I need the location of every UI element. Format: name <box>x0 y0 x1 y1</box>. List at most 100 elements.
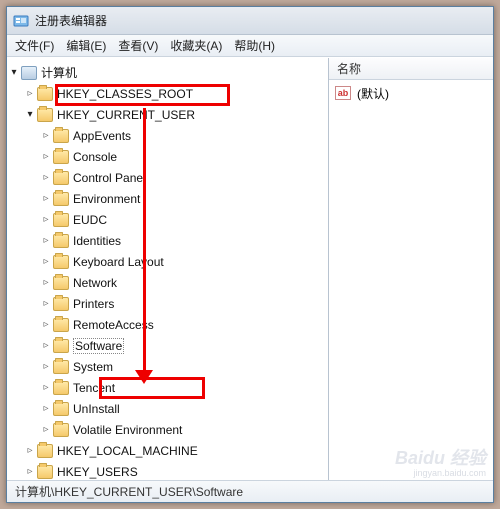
menu-view[interactable]: 查看(V) <box>118 37 158 54</box>
menu-favorites[interactable]: 收藏夹(A) <box>170 37 222 54</box>
tree-label: Network <box>73 276 117 290</box>
expander-icon[interactable]: ▹ <box>39 172 53 183</box>
computer-icon <box>21 66 37 80</box>
tree-hive[interactable]: ▹ HKEY_CLASSES_ROOT <box>7 83 328 104</box>
tree-item[interactable]: ▹ Keyboard Layout <box>7 251 328 272</box>
expander-icon[interactable]: ▹ <box>39 424 53 435</box>
tree-item[interactable]: ▹ Network <box>7 272 328 293</box>
status-path: 计算机\HKEY_CURRENT_USER\Software <box>15 483 243 500</box>
regedit-window: 注册表编辑器 文件(F) 编辑(E) 查看(V) 收藏夹(A) 帮助(H) ▾ … <box>6 6 494 503</box>
tree-item[interactable]: ▹ Tencent <box>7 377 328 398</box>
expander-icon[interactable]: ▹ <box>23 445 37 456</box>
folder-icon <box>53 360 69 374</box>
app-icon <box>13 13 29 29</box>
tree-item[interactable]: ▹ Printers <box>7 293 328 314</box>
value-name: (默认) <box>357 85 389 102</box>
string-value-icon: ab <box>335 86 351 100</box>
expander-icon[interactable]: ▾ <box>23 109 37 120</box>
folder-icon <box>53 339 69 353</box>
expander-icon[interactable]: ▾ <box>7 67 21 78</box>
list-row-default[interactable]: ab (默认) <box>335 84 487 102</box>
folder-icon <box>53 318 69 332</box>
tree-label: 计算机 <box>41 64 77 81</box>
tree-item[interactable]: ▹ Control Panel <box>7 167 328 188</box>
folder-icon <box>53 150 69 164</box>
tree-label: HKEY_LOCAL_MACHINE <box>57 444 198 458</box>
folder-icon <box>53 234 69 248</box>
tree-label: Volatile Environment <box>73 423 182 437</box>
list-pane: 名称 ab (默认) <box>329 58 493 480</box>
tree-label: Tencent <box>73 381 115 395</box>
tree-label: Identities <box>73 234 121 248</box>
expander-icon[interactable]: ▹ <box>39 382 53 393</box>
tree-label: HKEY_USERS <box>57 465 138 479</box>
menu-file[interactable]: 文件(F) <box>15 37 54 54</box>
tree-label: HKEY_CLASSES_ROOT <box>57 87 193 101</box>
tree-label: Environment <box>73 192 140 206</box>
expander-icon[interactable]: ▹ <box>39 193 53 204</box>
tree-item[interactable]: ▹ UnInstall <box>7 398 328 419</box>
folder-icon <box>53 276 69 290</box>
tree-label: Software <box>73 338 124 354</box>
expander-icon[interactable]: ▹ <box>39 298 53 309</box>
menubar: 文件(F) 编辑(E) 查看(V) 收藏夹(A) 帮助(H) <box>7 35 493 57</box>
folder-icon <box>53 255 69 269</box>
folder-icon <box>53 213 69 227</box>
folder-icon <box>37 108 53 122</box>
tree-label: AppEvents <box>73 129 131 143</box>
folder-icon <box>53 297 69 311</box>
expander-icon[interactable]: ▹ <box>39 340 53 351</box>
tree-root[interactable]: ▾ 计算机 <box>7 62 328 83</box>
tree-label: UnInstall <box>73 402 120 416</box>
expander-icon[interactable]: ▹ <box>39 235 53 246</box>
tree-item[interactable]: ▹ AppEvents <box>7 125 328 146</box>
folder-icon <box>53 423 69 437</box>
tree-item[interactable]: ▹ Console <box>7 146 328 167</box>
tree-label: Printers <box>73 297 114 311</box>
tree-label: System <box>73 360 113 374</box>
tree-label: RemoteAccess <box>73 318 154 332</box>
tree-label: Control Panel <box>73 171 146 185</box>
tree-item[interactable]: ▹ EUDC <box>7 209 328 230</box>
expander-icon[interactable]: ▹ <box>23 88 37 99</box>
folder-icon <box>53 192 69 206</box>
expander-icon[interactable]: ▹ <box>23 466 37 477</box>
folder-icon <box>53 381 69 395</box>
expander-icon[interactable]: ▹ <box>39 361 53 372</box>
expander-icon[interactable]: ▹ <box>39 403 53 414</box>
folder-icon <box>37 87 53 101</box>
tree-item[interactable]: ▹ RemoteAccess <box>7 314 328 335</box>
expander-icon[interactable]: ▹ <box>39 319 53 330</box>
tree-hive[interactable]: ▹ HKEY_LOCAL_MACHINE <box>7 440 328 461</box>
tree-hive-hkcu[interactable]: ▾ HKEY_CURRENT_USER <box>7 104 328 125</box>
folder-icon <box>53 171 69 185</box>
expander-icon[interactable]: ▹ <box>39 151 53 162</box>
folder-icon <box>37 444 53 458</box>
tree-item[interactable]: ▹ Environment <box>7 188 328 209</box>
folder-icon <box>53 129 69 143</box>
menu-edit[interactable]: 编辑(E) <box>66 37 106 54</box>
list-column-header[interactable]: 名称 <box>329 58 493 80</box>
content-area: ▾ 计算机 ▹ HKEY_CLASSES_ROOT ▾ HKEY_CURRENT… <box>7 57 493 480</box>
tree-hive[interactable]: ▹ HKEY_USERS <box>7 461 328 480</box>
tree-label: EUDC <box>73 213 107 227</box>
folder-icon <box>37 465 53 479</box>
statusbar: 计算机\HKEY_CURRENT_USER\Software <box>7 480 493 502</box>
tree-label: Console <box>73 150 117 164</box>
list-body[interactable]: ab (默认) <box>329 80 493 480</box>
folder-icon <box>53 402 69 416</box>
tree-item-software[interactable]: ▹ Software <box>7 335 328 356</box>
column-name-label: 名称 <box>337 60 361 77</box>
expander-icon[interactable]: ▹ <box>39 277 53 288</box>
titlebar[interactable]: 注册表编辑器 <box>7 7 493 35</box>
expander-icon[interactable]: ▹ <box>39 130 53 141</box>
menu-help[interactable]: 帮助(H) <box>234 37 275 54</box>
window-title: 注册表编辑器 <box>35 12 107 29</box>
expander-icon[interactable]: ▹ <box>39 214 53 225</box>
tree-item[interactable]: ▹ Identities <box>7 230 328 251</box>
tree-item[interactable]: ▹ System <box>7 356 328 377</box>
expander-icon[interactable]: ▹ <box>39 256 53 267</box>
tree-item[interactable]: ▹ Volatile Environment <box>7 419 328 440</box>
tree-pane[interactable]: ▾ 计算机 ▹ HKEY_CLASSES_ROOT ▾ HKEY_CURRENT… <box>7 58 329 480</box>
tree-label: Keyboard Layout <box>73 255 164 269</box>
